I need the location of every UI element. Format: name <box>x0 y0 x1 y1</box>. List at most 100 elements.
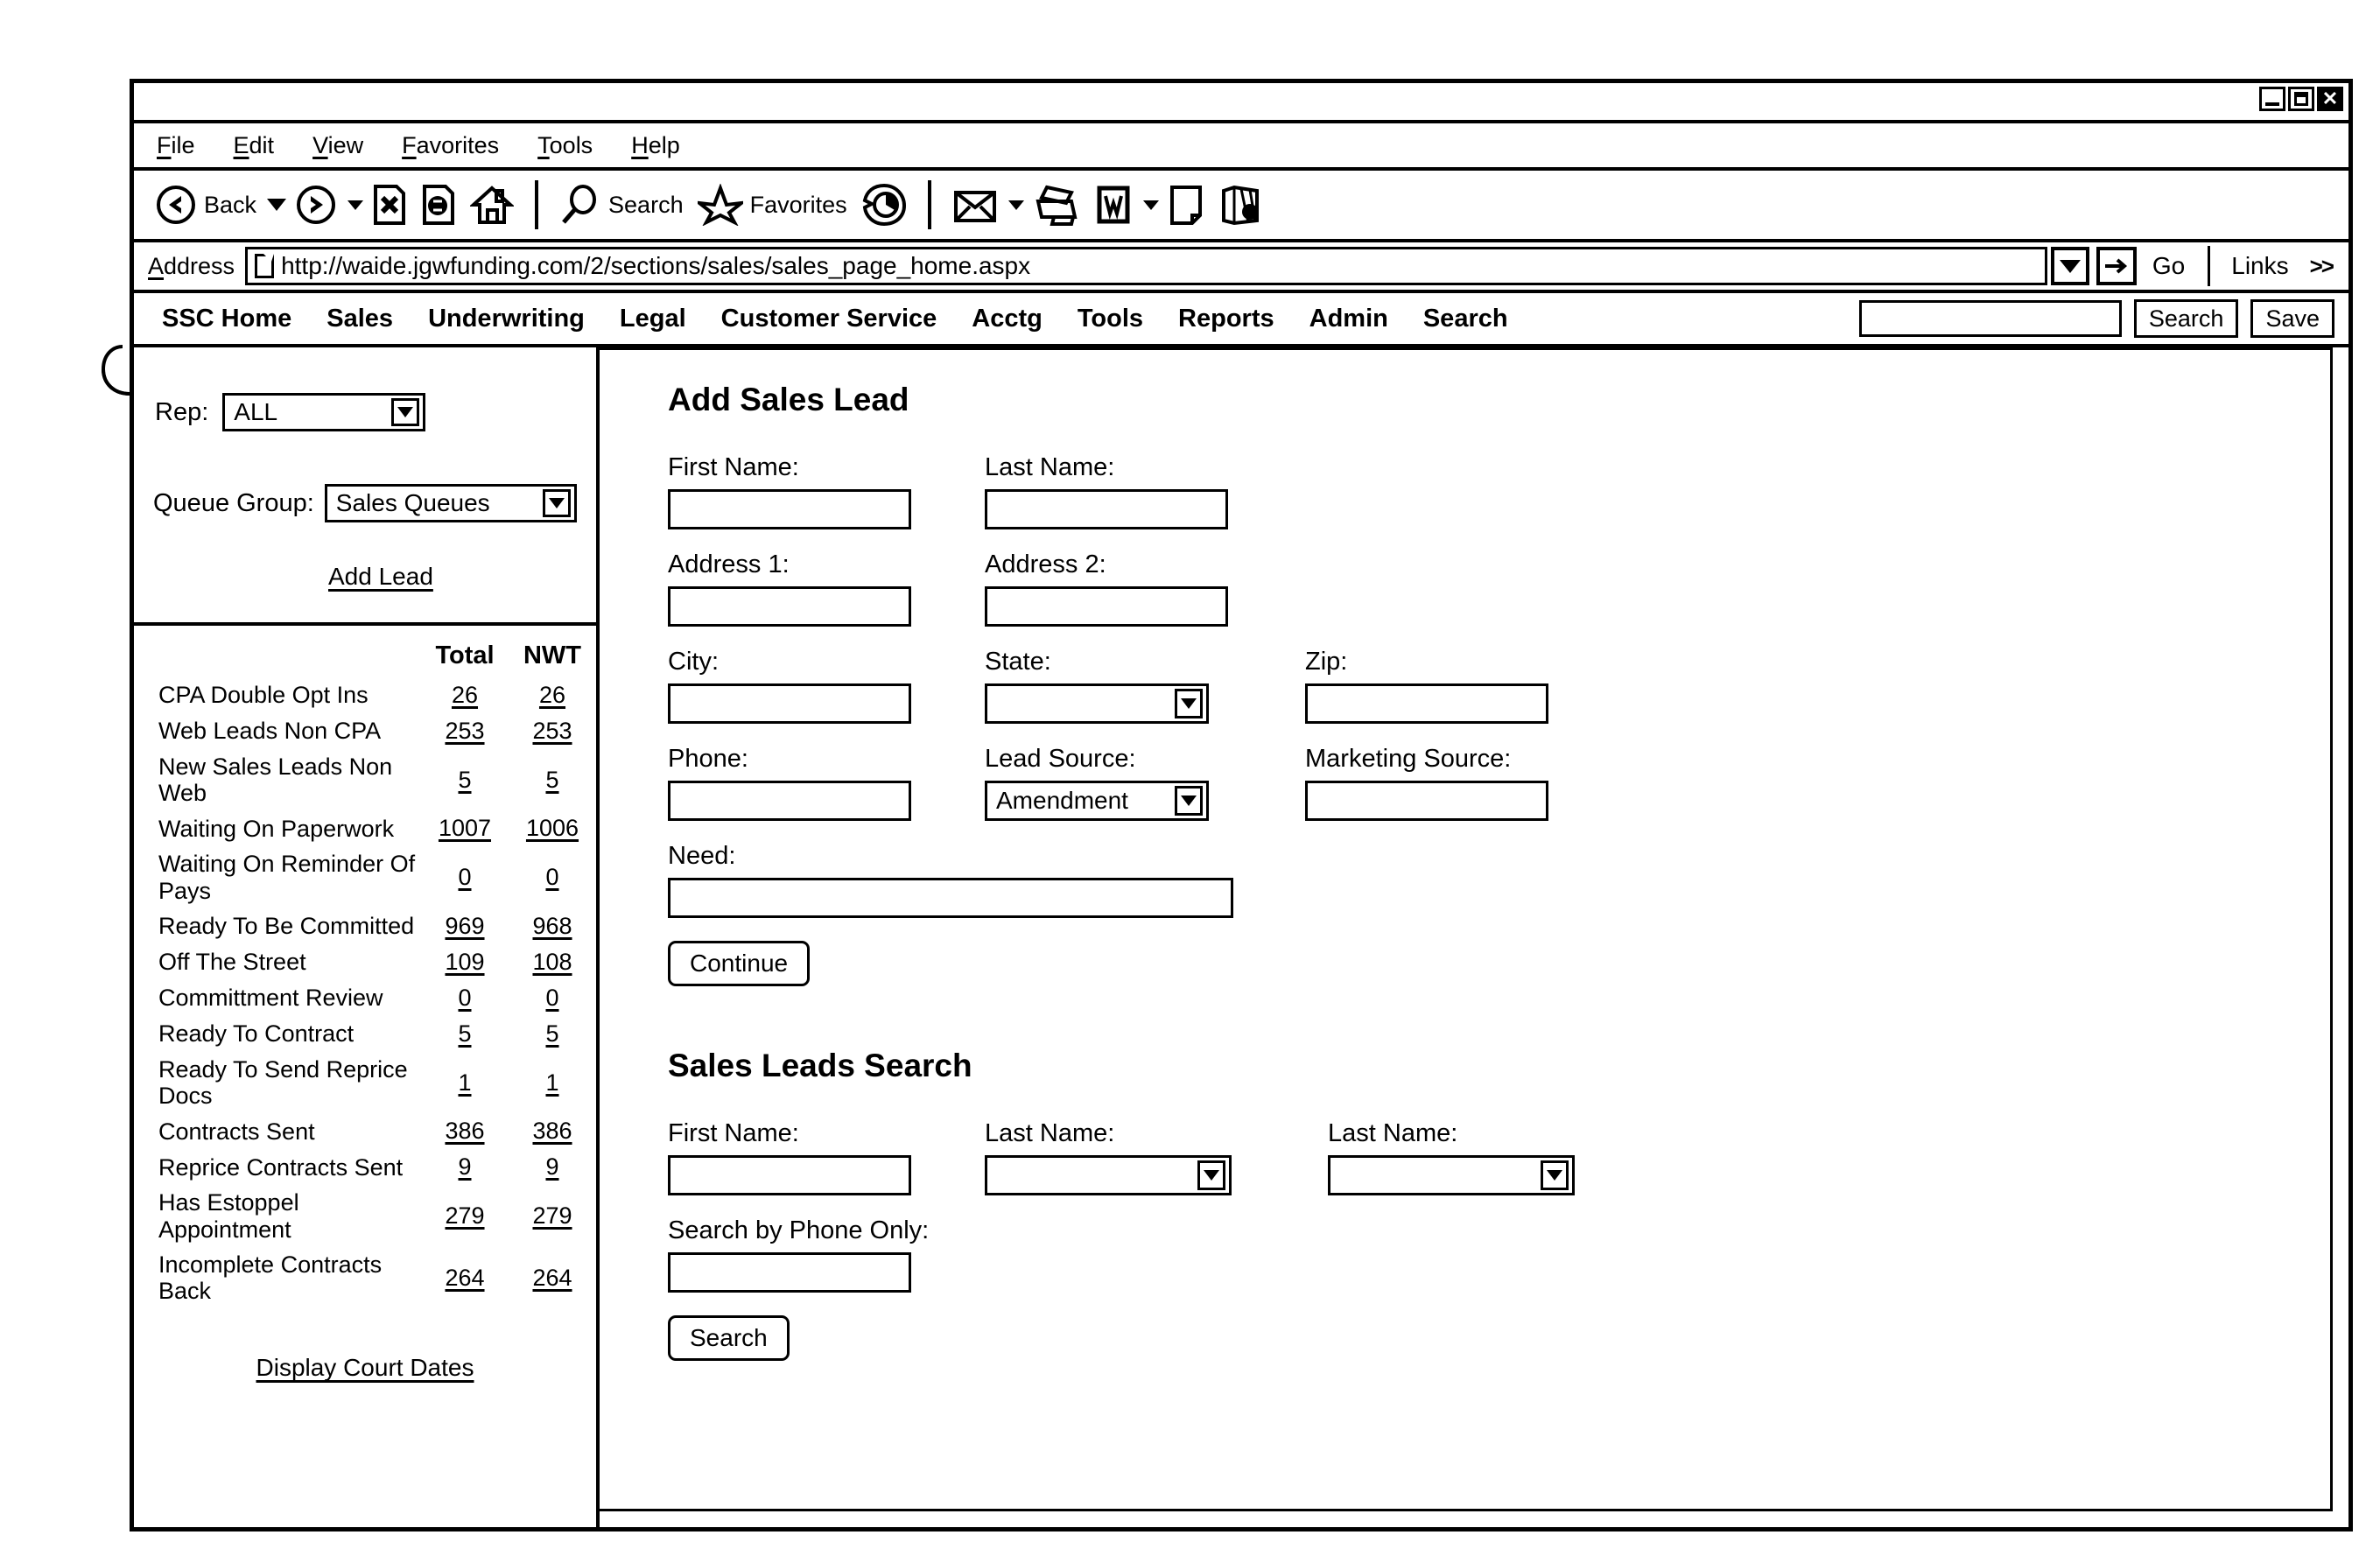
favorites-button[interactable]: Favorites <box>692 175 853 235</box>
leads-search-button[interactable]: Search <box>668 1315 790 1361</box>
nav-item-admin[interactable]: Admin <box>1309 305 1388 333</box>
minimize-icon[interactable] <box>2259 87 2285 111</box>
nav-item-acctg[interactable]: Acctg <box>972 305 1043 333</box>
search-phone-only-input[interactable] <box>668 1252 911 1293</box>
mail-button[interactable] <box>947 175 1003 235</box>
zip-input[interactable] <box>1305 683 1548 724</box>
lead-source-select[interactable]: Amendment <box>985 781 1209 821</box>
blank-page-button[interactable] <box>1162 175 1210 235</box>
overflow-chevrons-icon[interactable]: >> <box>2310 253 2334 280</box>
first-name-input[interactable] <box>668 489 911 529</box>
refresh-button[interactable] <box>416 175 461 235</box>
address1-input[interactable] <box>668 586 911 627</box>
queue-nwt[interactable]: 108 <box>532 949 572 975</box>
nav-item-underwriting[interactable]: Underwriting <box>428 305 585 333</box>
queue-total[interactable]: 386 <box>445 1118 484 1144</box>
address-history-dropdown-icon[interactable] <box>2050 247 2089 285</box>
continue-button[interactable]: Continue <box>668 941 811 986</box>
menu-item-tools[interactable]: Tools <box>537 132 593 159</box>
go-arrow-icon[interactable] <box>2096 247 2137 285</box>
go-label[interactable]: Go <box>2152 252 2185 280</box>
address-input[interactable]: http://waide.jgwfunding.com/2/sections/s… <box>245 247 2047 285</box>
table-row: New Sales Leads Non Web 5 5 <box>134 749 596 810</box>
links-label[interactable]: Links <box>2231 252 2288 280</box>
city-input[interactable] <box>668 683 911 724</box>
global-search-input[interactable] <box>1858 300 2122 337</box>
close-icon[interactable]: ✕ <box>2317 87 2343 111</box>
search-last-name-select[interactable] <box>985 1155 1232 1195</box>
queue-total[interactable]: 5 <box>458 767 471 793</box>
search-first-name-input[interactable] <box>668 1155 911 1195</box>
queue-nwt[interactable]: 0 <box>545 864 558 890</box>
queue-total[interactable]: 109 <box>445 949 484 975</box>
edit-button[interactable] <box>1089 175 1138 235</box>
queue-nwt[interactable]: 9 <box>545 1153 558 1180</box>
display-court-dates-link[interactable]: Display Court Dates <box>256 1354 474 1381</box>
queue-name: Committment Review <box>158 985 383 1012</box>
back-dropdown-icon[interactable] <box>267 199 287 211</box>
nav-item-sales[interactable]: Sales <box>326 305 393 333</box>
nav-item-reports[interactable]: Reports <box>1178 305 1274 333</box>
global-search-button[interactable]: Search <box>2133 299 2239 338</box>
nav-item-legal[interactable]: Legal <box>620 305 686 333</box>
queue-nwt[interactable]: 1006 <box>526 815 579 841</box>
queue-nwt[interactable]: 0 <box>545 985 558 1011</box>
queue-total[interactable]: 969 <box>445 913 484 939</box>
queue-total[interactable]: 279 <box>445 1202 484 1229</box>
search-button[interactable]: Search <box>554 175 689 235</box>
queue-nwt[interactable]: 26 <box>539 682 565 708</box>
queue-nwt[interactable]: 968 <box>532 913 572 939</box>
queue-nwt[interactable]: 5 <box>545 767 558 793</box>
queue-nwt[interactable]: 1 <box>545 1069 558 1096</box>
nav-item-search[interactable]: Search <box>1423 305 1508 333</box>
menu-item-edit[interactable]: Edit <box>234 132 275 159</box>
forward-button[interactable] <box>290 175 342 235</box>
last-name-input[interactable] <box>985 489 1228 529</box>
search-last-name2-select[interactable] <box>1328 1155 1575 1195</box>
queue-group-select-value: Sales Queues <box>335 489 490 516</box>
edit-dropdown-icon[interactable] <box>1142 200 1159 210</box>
queue-total[interactable]: 5 <box>458 1020 471 1047</box>
need-label: Need: <box>668 842 736 870</box>
queue-nwt[interactable]: 386 <box>532 1118 572 1144</box>
print-button[interactable] <box>1028 175 1085 235</box>
state-select[interactable] <box>985 683 1209 724</box>
nav-item-tools[interactable]: Tools <box>1078 305 1143 333</box>
forward-dropdown-icon[interactable] <box>348 200 364 210</box>
queue-total[interactable]: 1007 <box>439 815 491 841</box>
queue-total[interactable]: 9 <box>458 1153 471 1180</box>
address2-input[interactable] <box>985 586 1228 627</box>
history-button[interactable] <box>856 175 912 235</box>
main-frame: Add Sales Lead First Name: Last Name: Ad… <box>600 347 2333 1511</box>
menu-item-file[interactable]: File <box>157 132 195 159</box>
menu-item-favorites[interactable]: Favorites <box>402 132 499 159</box>
queue-total[interactable]: 253 <box>445 718 484 744</box>
queue-total[interactable]: 1 <box>458 1069 471 1096</box>
maximize-icon[interactable] <box>2288 87 2314 111</box>
stop-button[interactable] <box>367 175 412 235</box>
nav-item-ssc-home[interactable]: SSC Home <box>162 305 291 333</box>
queue-total[interactable]: 0 <box>458 985 471 1011</box>
queue-nwt[interactable]: 264 <box>532 1265 572 1291</box>
rep-select[interactable]: ALL <box>222 393 426 431</box>
queue-nwt[interactable]: 5 <box>545 1020 558 1047</box>
queue-total[interactable]: 264 <box>445 1265 484 1291</box>
need-input[interactable] <box>668 878 1233 918</box>
nav-item-customer-service[interactable]: Customer Service <box>721 305 937 333</box>
phone-input[interactable] <box>668 781 911 821</box>
menu-item-help[interactable]: Help <box>631 132 680 159</box>
queue-total[interactable]: 0 <box>458 864 471 890</box>
menu-item-view[interactable]: View <box>312 132 363 159</box>
queue-group-select[interactable]: Sales Queues <box>324 484 577 522</box>
phone-label: Phone: <box>668 745 748 773</box>
discuss-button[interactable] <box>1213 175 1267 235</box>
home-button[interactable] <box>465 175 519 235</box>
queue-total[interactable]: 26 <box>452 682 478 708</box>
global-save-button[interactable]: Save <box>2250 299 2334 338</box>
back-button[interactable]: Back <box>150 175 262 235</box>
queue-nwt[interactable]: 279 <box>532 1202 572 1229</box>
marketing-source-input[interactable] <box>1305 781 1548 821</box>
add-lead-link[interactable]: Add Lead <box>328 563 433 590</box>
mail-dropdown-icon[interactable] <box>1007 200 1024 210</box>
queue-nwt[interactable]: 253 <box>532 718 572 744</box>
